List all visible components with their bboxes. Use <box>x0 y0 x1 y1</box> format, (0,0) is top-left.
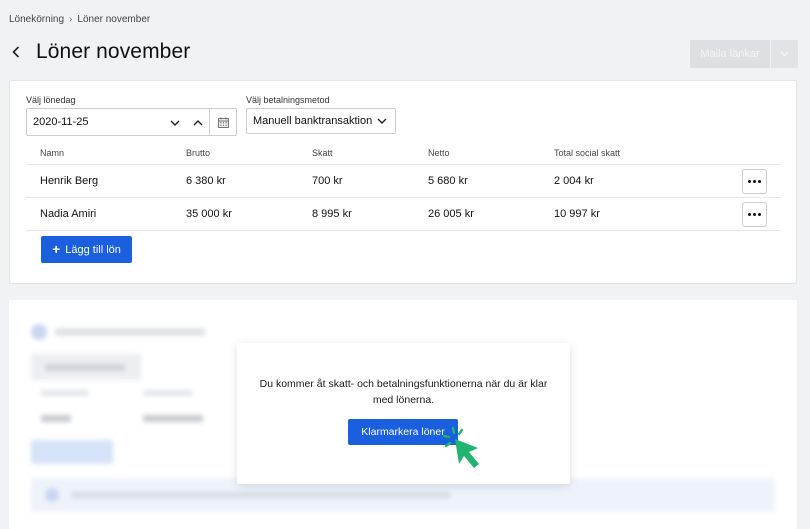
column-header: Skatt <box>312 148 333 158</box>
table-row[interactable]: Henrik Berg 6 380 kr 700 kr 5 680 kr 2 0… <box>26 165 781 198</box>
tax-amount: 700 kr <box>312 175 343 187</box>
net-amount: 26 005 kr <box>428 208 474 220</box>
column-header: Netto <box>428 148 450 158</box>
page-title: Löner november <box>36 40 191 63</box>
payment-method-value: Manuell banktransaktion <box>253 115 373 127</box>
net-amount: 5 680 kr <box>428 175 468 187</box>
mail-links-button[interactable]: Maila länkar <box>690 40 770 68</box>
breadcrumb-current: Löner november <box>77 14 151 25</box>
breadcrumb-separator-icon: › <box>69 14 73 25</box>
mail-links-button-group: Maila länkar <box>690 40 798 68</box>
social-tax-amount: 10 997 kr <box>554 208 600 220</box>
chevron-up-icon[interactable] <box>193 113 203 131</box>
table-row[interactable]: Nadia Amiri 35 000 kr 8 995 kr 26 005 kr… <box>26 198 781 231</box>
method-label: Välj betalningsmetod <box>246 95 330 105</box>
add-salary-button[interactable]: + Lägg till lön <box>41 236 132 263</box>
dialog-message: Du kommer åt skatt- och betalningsfunkti… <box>259 378 548 406</box>
finish-payroll-dialog: Du kommer åt skatt- och betalningsfunkti… <box>237 343 570 484</box>
add-salary-label: Lägg till lön <box>65 243 121 256</box>
chevron-left-icon[interactable] <box>9 45 23 59</box>
more-icon[interactable] <box>742 201 767 227</box>
gross-amount: 35 000 kr <box>186 208 232 220</box>
page-header: Löner november <box>9 40 190 64</box>
column-header: Total social skatt <box>554 148 621 158</box>
chevron-down-icon <box>377 115 387 127</box>
gross-amount: 6 380 kr <box>186 175 226 187</box>
payment-method-select[interactable]: Manuell banktransaktion <box>246 108 396 134</box>
tax-amount: 8 995 kr <box>312 208 352 220</box>
chevron-down-icon[interactable] <box>170 113 180 131</box>
payday-value: 2020-11-25 <box>33 116 89 128</box>
pointer-cursor-icon <box>442 426 479 468</box>
column-header: Namn <box>40 148 65 158</box>
date-arrows <box>164 109 209 135</box>
social-tax-amount: 2 004 kr <box>554 175 594 187</box>
column-header: Brutto <box>186 148 211 158</box>
payroll-table: Namn Brutto Skatt Netto Total social ska… <box>26 142 781 231</box>
employee-name: Henrik Berg <box>40 175 99 187</box>
chevron-down-icon[interactable] <box>770 40 798 68</box>
more-icon[interactable] <box>742 168 767 194</box>
table-header: Namn Brutto Skatt Netto Total social ska… <box>26 142 781 165</box>
plus-icon: + <box>52 241 61 257</box>
calendar-icon[interactable] <box>209 109 236 135</box>
payday-select[interactable]: 2020-11-25 <box>26 108 237 136</box>
breadcrumb-root-link[interactable]: Lönekörning <box>9 14 64 25</box>
employee-name: Nadia Amiri <box>40 208 97 220</box>
payroll-card: Välj lönedag 2020-11-25 Välj betalningsm… <box>9 80 797 284</box>
date-label: Välj lönedag <box>26 95 76 105</box>
breadcrumb: Lönekörning › Löner november <box>9 14 150 25</box>
